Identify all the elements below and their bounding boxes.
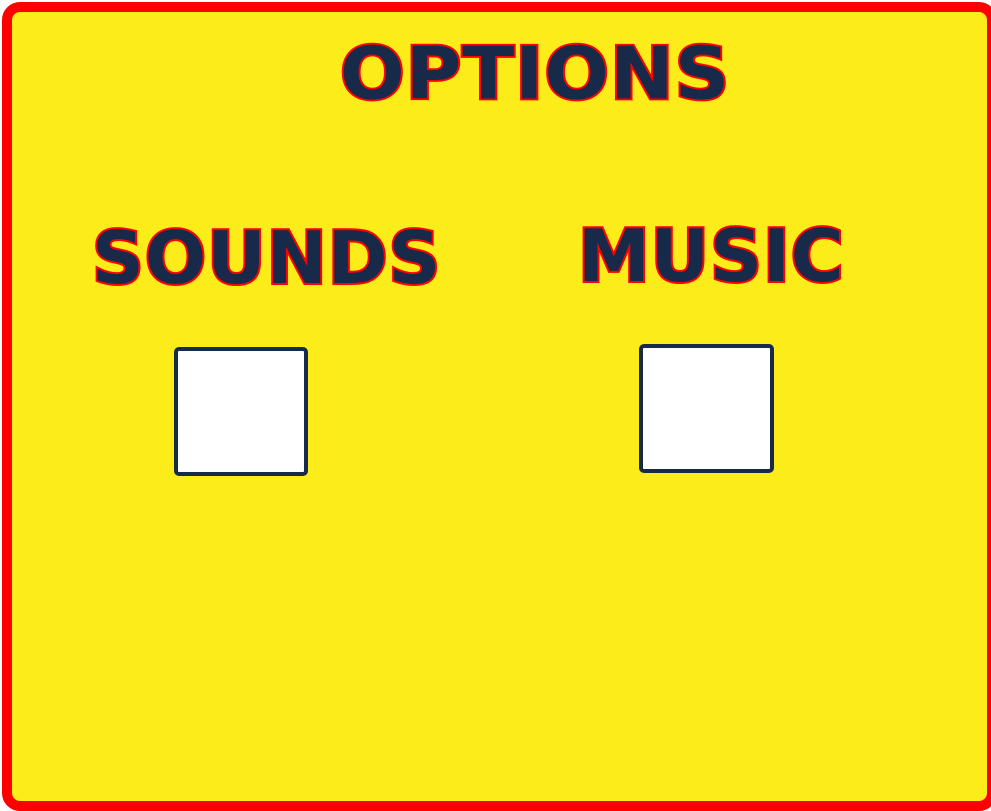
sounds-label: SOUNDS [90, 216, 442, 300]
options-panel [2, 2, 991, 811]
music-label: MUSIC [576, 214, 846, 298]
sounds-checkbox[interactable] [174, 347, 308, 476]
music-checkbox[interactable] [639, 344, 774, 473]
options-title: OPTIONS [338, 31, 731, 116]
